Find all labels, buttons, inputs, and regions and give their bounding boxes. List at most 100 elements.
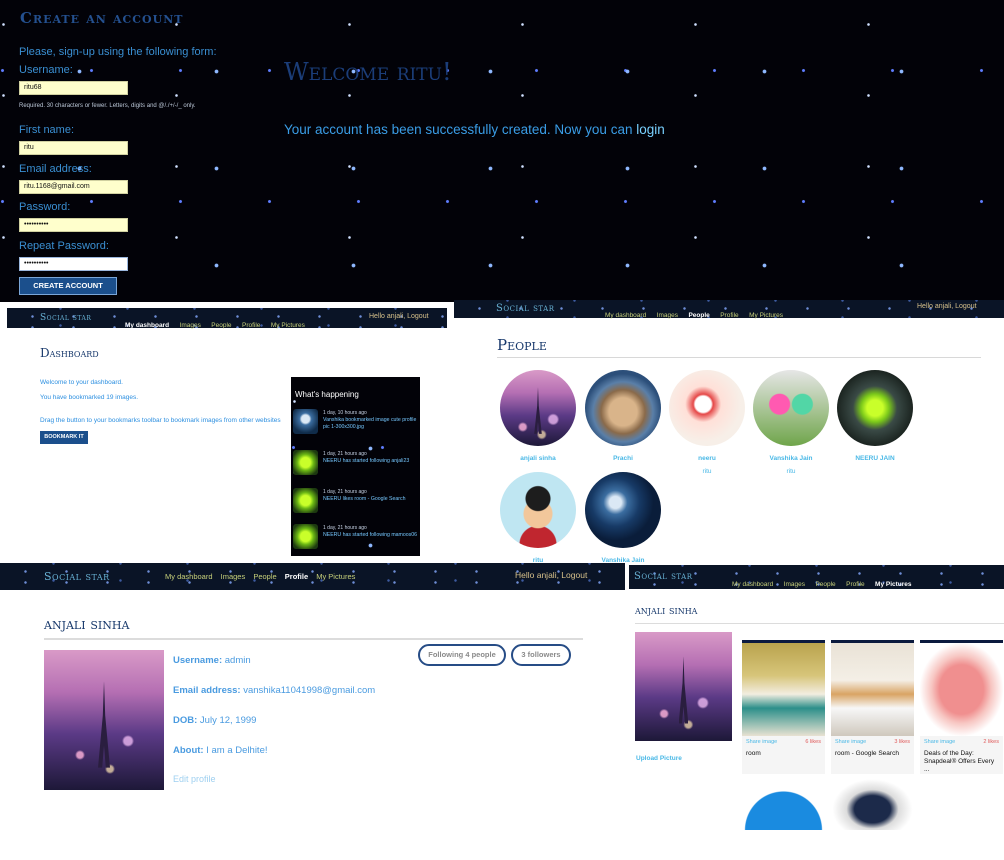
image-title[interactable]: room - Google Search <box>835 750 911 758</box>
activity-text[interactable]: NEERU has started following mamoos06 <box>323 532 418 539</box>
dob-value: July 12, 1999 <box>199 715 257 726</box>
avatar[interactable] <box>500 370 576 446</box>
brand-logo[interactable]: Social star <box>44 570 110 583</box>
nav-people[interactable]: People <box>211 322 231 329</box>
nav-pictures[interactable]: My Pictures <box>749 312 783 319</box>
activity-item: 1 day, 21 hours ago NEERU likes room - G… <box>293 488 418 522</box>
bookmarked-count: You have bookmarked 19 images. <box>40 394 139 401</box>
person-card[interactable]: Prachi <box>584 370 662 462</box>
nav-links: My dashboard Images People Profile My Pi… <box>605 304 789 322</box>
hello-logout[interactable]: Hello anjali, Logout <box>515 570 587 580</box>
edit-profile-link[interactable]: Edit profile <box>173 774 216 784</box>
followers-button[interactable]: 3 followers <box>511 644 571 666</box>
nav-dashboard[interactable]: My dashboard <box>605 312 646 319</box>
signup-panel: Create an account Please, sign-up using … <box>0 0 1004 302</box>
image-card[interactable]: Share image 2 likes Deals of the Day: Sn… <box>920 640 1003 774</box>
nav-people[interactable]: People <box>688 312 709 319</box>
activity-text[interactable]: Vanshika bookmarked image cute profile p… <box>323 417 418 431</box>
activity-text[interactable]: NEERU has started following anjali23 <box>323 458 418 465</box>
profile-panel: Social star My dashboard Images People P… <box>0 563 625 860</box>
nav-pictures[interactable]: My Pictures <box>316 572 355 581</box>
password-field[interactable]: •••••••••• <box>19 218 128 232</box>
nav-pictures[interactable]: My Pictures <box>875 581 912 588</box>
share-image-link[interactable]: Share image <box>835 739 866 745</box>
upload-picture-link[interactable]: Upload Picture <box>636 755 682 762</box>
nav-images[interactable]: Images <box>784 581 805 588</box>
person-card[interactable]: ritu <box>499 472 577 564</box>
person-name[interactable]: anjali sinha <box>499 455 577 462</box>
nav-profile[interactable]: Profile <box>242 322 260 329</box>
nav-images[interactable]: Images <box>221 572 246 581</box>
nav-dashboard[interactable]: My dashboard <box>125 322 169 329</box>
activity-thumbnail[interactable] <box>293 524 318 549</box>
person-name[interactable]: Vanshika Jain <box>752 455 830 462</box>
avatar[interactable] <box>669 370 745 446</box>
activity-thumbnail[interactable] <box>293 450 318 475</box>
nav-profile[interactable]: Profile <box>285 572 308 581</box>
person-name[interactable]: Prachi <box>584 455 662 462</box>
nav-images[interactable]: Images <box>180 322 201 329</box>
repeat-password-field[interactable]: •••••••••• <box>19 257 128 271</box>
activity-time: 1 day, 21 hours ago <box>323 489 367 495</box>
first-name-field[interactable]: ritu <box>19 141 128 155</box>
person-card[interactable]: NEERU JAIN <box>836 370 914 462</box>
hello-logout[interactable]: Hello anjali, Logout <box>917 303 977 310</box>
person-card[interactable]: neeru ritu <box>668 370 746 475</box>
image-title[interactable]: Deals of the Day: Snapdeal® Offers Every… <box>924 750 1000 774</box>
dashboard-welcome: Welcome to your dashboard. <box>40 379 123 386</box>
avatar[interactable] <box>585 472 661 548</box>
hello-logout[interactable]: Hello anjali, Logout <box>369 313 429 320</box>
person-name[interactable]: neeru <box>668 455 746 462</box>
profile-email-row: Email address: vanshika11041998@gmail.co… <box>173 685 375 696</box>
bookmark-it-button[interactable]: BOOKMARK IT <box>40 431 88 444</box>
nav-people[interactable]: People <box>253 572 276 581</box>
image-thumbnail[interactable] <box>742 778 825 830</box>
image-title[interactable]: room <box>746 750 822 758</box>
avatar[interactable] <box>837 370 913 446</box>
image-card[interactable]: Share image 3 likes room - Google Search <box>831 640 914 774</box>
email-field[interactable]: ritu.1168@gmail.com <box>19 180 128 194</box>
image-thumbnail[interactable] <box>831 778 914 830</box>
account-created-text: Your account has been successfully creat… <box>284 122 637 137</box>
avatar[interactable] <box>753 370 829 446</box>
activity-text[interactable]: NEERU likes room - Google Search <box>323 496 418 503</box>
person-card[interactable]: anjali sinha <box>499 370 577 462</box>
following-button[interactable]: Following 4 people <box>418 644 506 666</box>
password-label: Password: <box>19 201 71 213</box>
nav-people[interactable]: People <box>815 581 835 588</box>
nav-dashboard[interactable]: My dashboard <box>165 572 213 581</box>
image-thumbnail[interactable] <box>742 643 825 736</box>
brand-logo[interactable]: Social star <box>496 303 555 314</box>
nav-dashboard[interactable]: My dashboard <box>732 581 773 588</box>
image-card[interactable]: Share image 6 likes room <box>742 640 825 774</box>
nav-profile[interactable]: Profile <box>846 581 864 588</box>
brand-logo[interactable]: Social star <box>40 313 91 323</box>
avatar[interactable] <box>585 370 661 446</box>
activity-thumbnail[interactable] <box>293 409 318 434</box>
person-card[interactable]: Vanshika Jain ritu <box>752 370 830 475</box>
nav-pictures[interactable]: My Pictures <box>271 322 305 329</box>
login-link[interactable]: login <box>636 122 665 137</box>
image-thumbnail[interactable] <box>831 643 914 736</box>
navbar: Social star My dashboard Images People P… <box>7 308 447 329</box>
share-image-link[interactable]: Share image <box>924 739 955 745</box>
person-name[interactable]: NEERU JAIN <box>836 455 914 462</box>
nav-images[interactable]: Images <box>657 312 678 319</box>
username-field[interactable]: ritu68 <box>19 81 128 95</box>
nav-links: My dashboard Images People Profile My Pi… <box>165 572 361 581</box>
divider <box>44 638 583 640</box>
share-image-link[interactable]: Share image <box>746 739 777 745</box>
brand-logo[interactable]: Social star <box>634 571 693 582</box>
activity-thumbnail[interactable] <box>293 488 318 513</box>
likes-count: 2 likes <box>983 739 999 745</box>
likes-count: 6 likes <box>805 739 821 745</box>
create-account-button[interactable]: CREATE ACCOUNT <box>19 277 117 295</box>
person-card[interactable]: Vanshika Jain <box>584 472 662 564</box>
image-thumbnail[interactable] <box>920 643 1003 736</box>
welcome-title: Welcome ritu! <box>284 58 452 86</box>
pictures-panel: Social star My dashboard Images People P… <box>629 565 1004 830</box>
avatar[interactable] <box>500 472 576 548</box>
whats-happening-box: What's happening 1 day, 10 hours ago Van… <box>291 377 420 556</box>
first-name-label: First name: <box>19 124 75 136</box>
nav-profile[interactable]: Profile <box>720 312 738 319</box>
